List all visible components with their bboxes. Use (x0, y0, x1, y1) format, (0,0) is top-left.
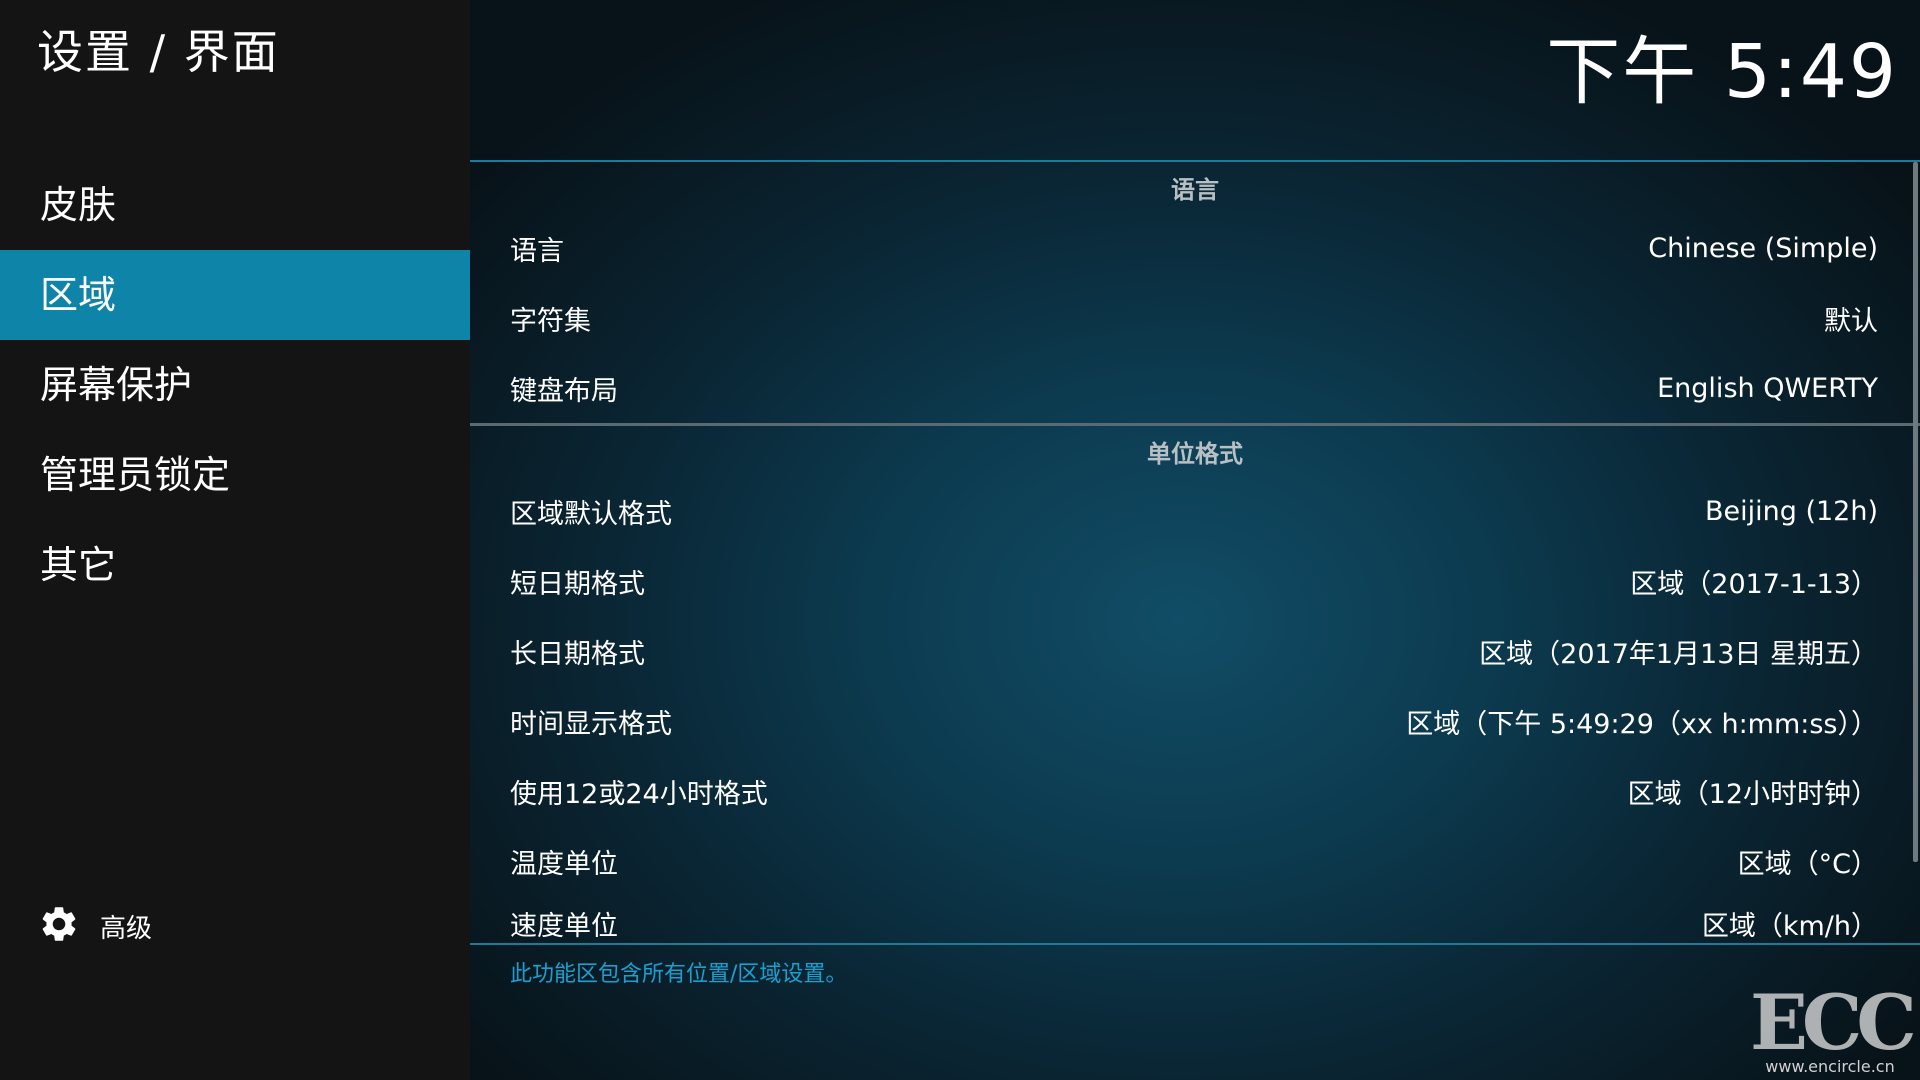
setting-value: Beijing (12h) (1704, 495, 1878, 527)
setting-label: 使用12或24小时格式 (510, 778, 768, 810)
setting-label: 键盘布局 (510, 375, 618, 407)
sidebar-item-skin[interactable]: 皮肤 (0, 160, 470, 250)
section-header-units: 单位格式 (1147, 440, 1243, 468)
setting-label: 速度单位 (510, 911, 618, 942)
setting-value: 区域（12小时时钟） (1627, 778, 1878, 810)
setting-value: 默认 (1824, 305, 1878, 337)
sidebar-item-master-lock[interactable]: 管理员锁定 (0, 430, 470, 520)
settings-screen: 设置 / 界面 皮肤 区域 屏幕保护 管理员锁定 其它 高级 下午 5:49 语… (0, 0, 1920, 1080)
setting-label: 语言 (510, 235, 564, 267)
setting-row-time-format[interactable]: 时间显示格式 区域（下午 5:49:29（xx h:mm:ss）） (470, 686, 1920, 756)
setting-value: 区域（2017年1月13日 星期五） (1479, 638, 1878, 670)
setting-row-long-date-format[interactable]: 长日期格式 区域（2017年1月13日 星期五） (470, 616, 1920, 686)
setting-label: 区域默认格式 (510, 498, 672, 530)
setting-value: English QWERTY (1657, 372, 1878, 404)
setting-value: 区域（°C） (1737, 848, 1878, 880)
page-title: 设置 / 界面 (37, 25, 280, 79)
sidebar: 设置 / 界面 皮肤 区域 屏幕保护 管理员锁定 其它 高级 (0, 0, 470, 1080)
sidebar-item-screensaver[interactable]: 屏幕保护 (0, 340, 470, 430)
panel-bottom-divider (470, 943, 1920, 945)
setting-description: 此功能区包含所有位置/区域设置。 (510, 962, 848, 987)
setting-value: 区域（下午 5:49:29（xx h:mm:ss）） (1406, 708, 1878, 740)
setting-label: 短日期格式 (510, 568, 645, 600)
setting-label: 长日期格式 (510, 638, 645, 670)
sidebar-item-other[interactable]: 其它 (0, 520, 470, 610)
setting-label: 字符集 (510, 305, 591, 337)
setting-row-language[interactable]: 语言 Chinese (Simple) (470, 213, 1920, 283)
setting-row-temperature-unit[interactable]: 温度单位 区域（°C） (470, 826, 1920, 896)
settings-level-button[interactable]: 高级 (38, 902, 152, 950)
settings-panel: 语言 语言 Chinese (Simple) 字符集 默认 键盘布局 Engli… (470, 160, 1920, 945)
setting-value: 区域（2017-1-13） (1630, 568, 1878, 600)
setting-row-region-default-format[interactable]: 区域默认格式 Beijing (12h) (470, 476, 1920, 546)
clock: 下午 5:49 (1546, 29, 1898, 115)
setting-row-keyboard-layout[interactable]: 键盘布局 English QWERTY (470, 353, 1920, 423)
setting-row-charset[interactable]: 字符集 默认 (470, 283, 1920, 353)
setting-row-short-date-format[interactable]: 短日期格式 区域（2017-1-13） (470, 546, 1920, 616)
settings-level-label: 高级 (100, 913, 153, 944)
watermark-mark: ECC (1750, 978, 1917, 1067)
setting-row-speed-unit[interactable]: 速度单位 区域（km/h） (470, 896, 1920, 943)
watermark-logo: ECC www.encircle.cn (1750, 978, 1917, 1076)
sidebar-item-regional[interactable]: 区域 (0, 250, 470, 340)
settings-scrollbar[interactable] (1913, 162, 1918, 862)
setting-label: 时间显示格式 (510, 708, 672, 740)
section-header-language: 语言 (1171, 176, 1219, 204)
setting-label: 温度单位 (510, 848, 618, 880)
sidebar-nav: 皮肤 区域 屏幕保护 管理员锁定 其它 (0, 160, 470, 610)
gear-icon (38, 903, 80, 949)
setting-value: Chinese (Simple) (1648, 232, 1878, 264)
setting-value: 区域（km/h） (1701, 911, 1878, 942)
setting-row-12-24-hour[interactable]: 使用12或24小时格式 区域（12小时时钟） (470, 756, 1920, 826)
